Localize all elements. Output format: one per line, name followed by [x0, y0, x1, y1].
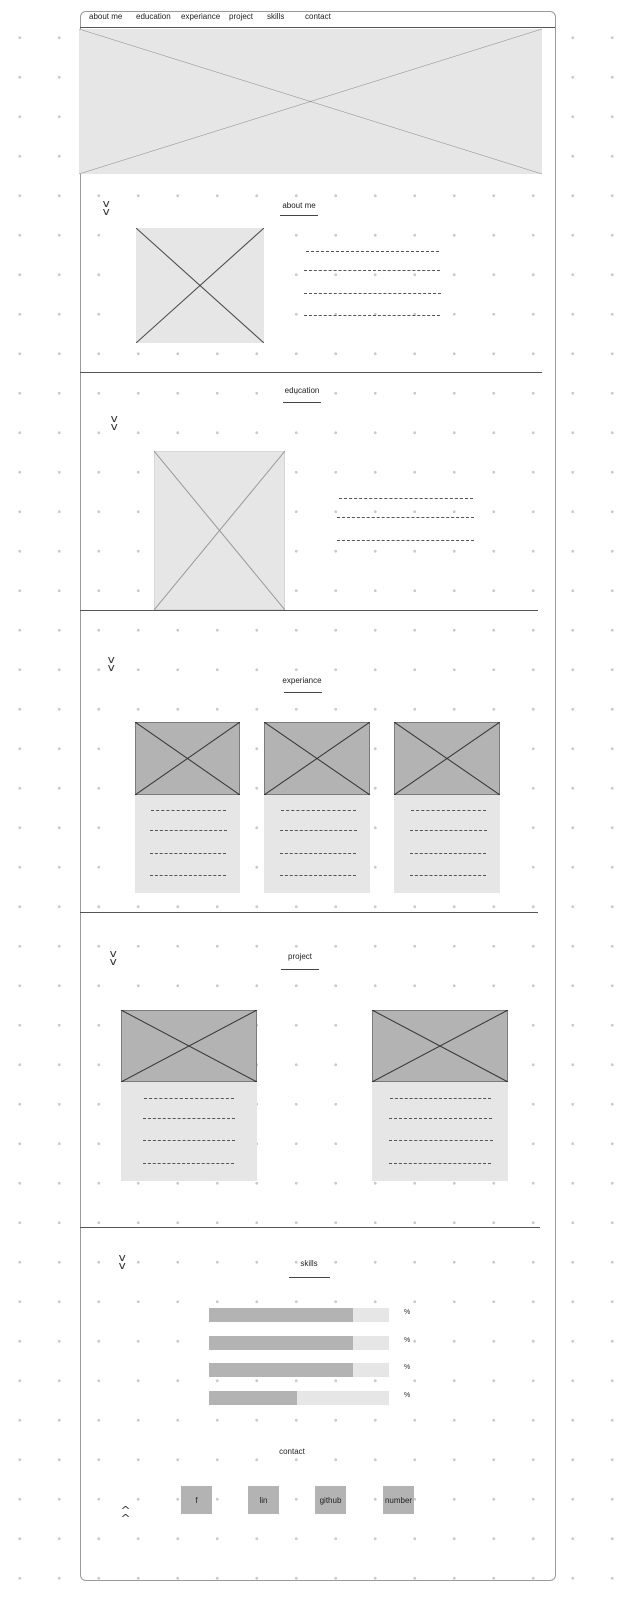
linkedin-button[interactable]: lin — [248, 1486, 279, 1514]
text-line — [150, 875, 226, 876]
text-line — [306, 251, 439, 252]
text-line — [410, 853, 486, 854]
text-line — [143, 1118, 235, 1119]
skill-bar — [209, 1363, 389, 1377]
text-line — [389, 1118, 492, 1119]
section-title-education: education — [284, 386, 320, 395]
hero-image-placeholder — [79, 29, 542, 174]
text-line — [150, 853, 226, 854]
skill-percent: % — [404, 1309, 411, 1316]
text-line — [339, 498, 473, 499]
skill-bar-fill — [209, 1391, 298, 1405]
skill-bar — [209, 1308, 389, 1322]
title-underline — [284, 692, 322, 693]
skill-bar-fill — [209, 1336, 353, 1350]
facebook-button[interactable]: f — [181, 1486, 212, 1514]
skill-bar — [209, 1391, 389, 1405]
text-line — [389, 1140, 493, 1141]
double-chevron-down-icon[interactable]: vv — [103, 198, 110, 217]
section-title-contact: contact — [279, 1447, 305, 1456]
text-line — [280, 830, 357, 831]
section-title-experience: experiance — [282, 676, 322, 685]
card-image-placeholder — [121, 1010, 257, 1082]
card-image-placeholder — [264, 722, 370, 795]
nav-item-about[interactable]: about me — [89, 12, 122, 21]
card-body — [372, 1082, 508, 1181]
skill-bar — [209, 1336, 389, 1350]
double-chevron-up-icon[interactable]: ^ ^ — [121, 1505, 131, 1524]
title-underline — [283, 402, 321, 403]
skill-percent: % — [404, 1364, 411, 1371]
text-line — [304, 293, 441, 294]
title-underline — [289, 1277, 330, 1278]
double-chevron-down-icon[interactable]: vv — [119, 1252, 126, 1271]
section-title-skills: skills — [300, 1259, 318, 1268]
text-line — [151, 810, 226, 811]
text-line — [150, 830, 227, 831]
text-line — [389, 1163, 491, 1164]
phone-number-button[interactable]: number — [383, 1486, 414, 1514]
title-underline — [281, 969, 319, 970]
text-line — [304, 315, 440, 316]
text-line — [390, 1098, 491, 1099]
text-line — [304, 270, 440, 271]
double-chevron-down-icon[interactable]: vv — [110, 948, 117, 967]
double-chevron-down-icon[interactable]: vv — [111, 413, 118, 432]
text-line — [143, 1163, 234, 1164]
text-line — [280, 853, 356, 854]
title-underline — [280, 215, 318, 216]
text-line — [143, 1140, 235, 1141]
skill-percent: % — [404, 1337, 411, 1344]
section-title-project: project — [287, 952, 313, 961]
section-divider — [80, 1227, 540, 1228]
double-chevron-down-icon[interactable]: vv — [108, 654, 115, 673]
skill-bar-fill — [209, 1363, 353, 1377]
github-button[interactable]: github — [315, 1486, 346, 1514]
text-line — [411, 810, 486, 811]
nav-item-project[interactable]: project — [229, 12, 253, 21]
nav-item-skills[interactable]: skills — [267, 12, 284, 21]
text-line — [410, 830, 487, 831]
card-image-placeholder — [394, 722, 500, 795]
text-line — [281, 810, 356, 811]
section-title-about: about me — [282, 201, 316, 210]
card-image-placeholder — [135, 722, 240, 795]
card-body — [121, 1082, 257, 1181]
nav-item-experience[interactable]: experiance — [181, 12, 220, 21]
skill-bar-fill — [209, 1308, 353, 1322]
nav-item-contact[interactable]: contact — [305, 12, 331, 21]
text-line — [337, 540, 474, 541]
text-line — [410, 875, 486, 876]
text-line — [280, 875, 356, 876]
text-line — [144, 1098, 234, 1099]
education-image-placeholder — [154, 451, 285, 610]
section-divider — [80, 912, 538, 913]
section-divider — [80, 610, 538, 611]
card-image-placeholder — [372, 1010, 508, 1082]
text-line — [337, 517, 474, 518]
section-divider — [80, 372, 542, 373]
nav-item-education[interactable]: education — [136, 12, 171, 21]
nav-divider — [80, 27, 555, 28]
skill-percent: % — [404, 1392, 411, 1399]
about-image-placeholder — [136, 228, 264, 343]
